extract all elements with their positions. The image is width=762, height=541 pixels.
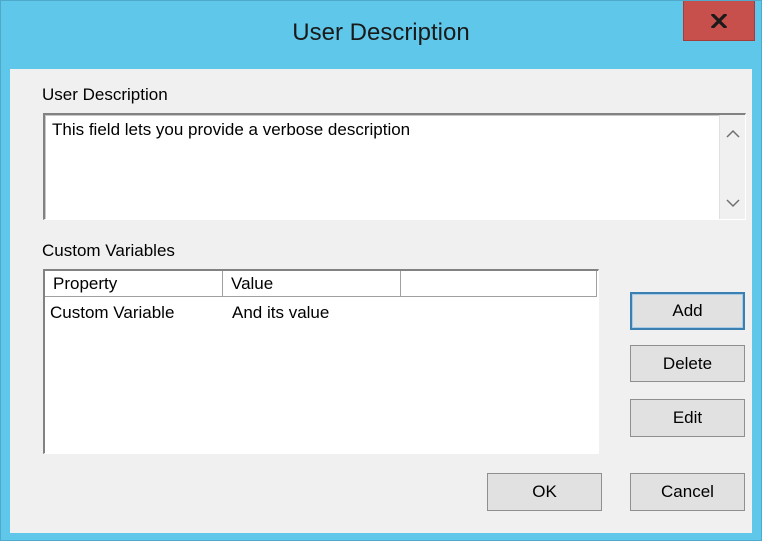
cancel-button[interactable]: Cancel: [630, 473, 745, 511]
close-icon: [711, 13, 727, 28]
custom-variables-list[interactable]: Property Value Custom Variable And its v…: [43, 269, 599, 454]
custom-variables-label: Custom Variables: [42, 241, 175, 260]
edit-button[interactable]: Edit: [630, 399, 745, 437]
table-row[interactable]: Custom Variable And its value: [45, 299, 597, 325]
user-description-textarea[interactable]: This field lets you provide a verbose de…: [43, 113, 746, 220]
scroll-up-button[interactable]: [720, 119, 745, 147]
ok-button[interactable]: OK: [487, 473, 602, 511]
column-header-value[interactable]: Value: [223, 271, 401, 297]
list-header: Property Value: [45, 271, 598, 299]
row-property-cell: Custom Variable: [50, 303, 175, 322]
user-description-label: User Description: [42, 85, 168, 104]
vertical-scrollbar[interactable]: [719, 115, 745, 219]
user-description-text: This field lets you provide a verbose de…: [52, 120, 411, 139]
window-title: User Description: [292, 19, 470, 46]
close-button[interactable]: [683, 1, 755, 41]
scroll-down-button[interactable]: [720, 189, 745, 217]
dialog-client-area: User Description This field lets you pro…: [10, 69, 752, 533]
chevron-down-icon: [725, 198, 740, 207]
dialog-window: User Description User Description This f…: [0, 0, 762, 541]
chevron-up-icon: [725, 129, 740, 138]
title-bar[interactable]: User Description: [1, 1, 761, 69]
column-header-empty[interactable]: [401, 271, 597, 297]
column-header-property[interactable]: Property: [45, 271, 223, 297]
add-button[interactable]: Add: [630, 292, 745, 330]
row-value-cell: And its value: [232, 303, 330, 322]
delete-button[interactable]: Delete: [630, 345, 745, 382]
